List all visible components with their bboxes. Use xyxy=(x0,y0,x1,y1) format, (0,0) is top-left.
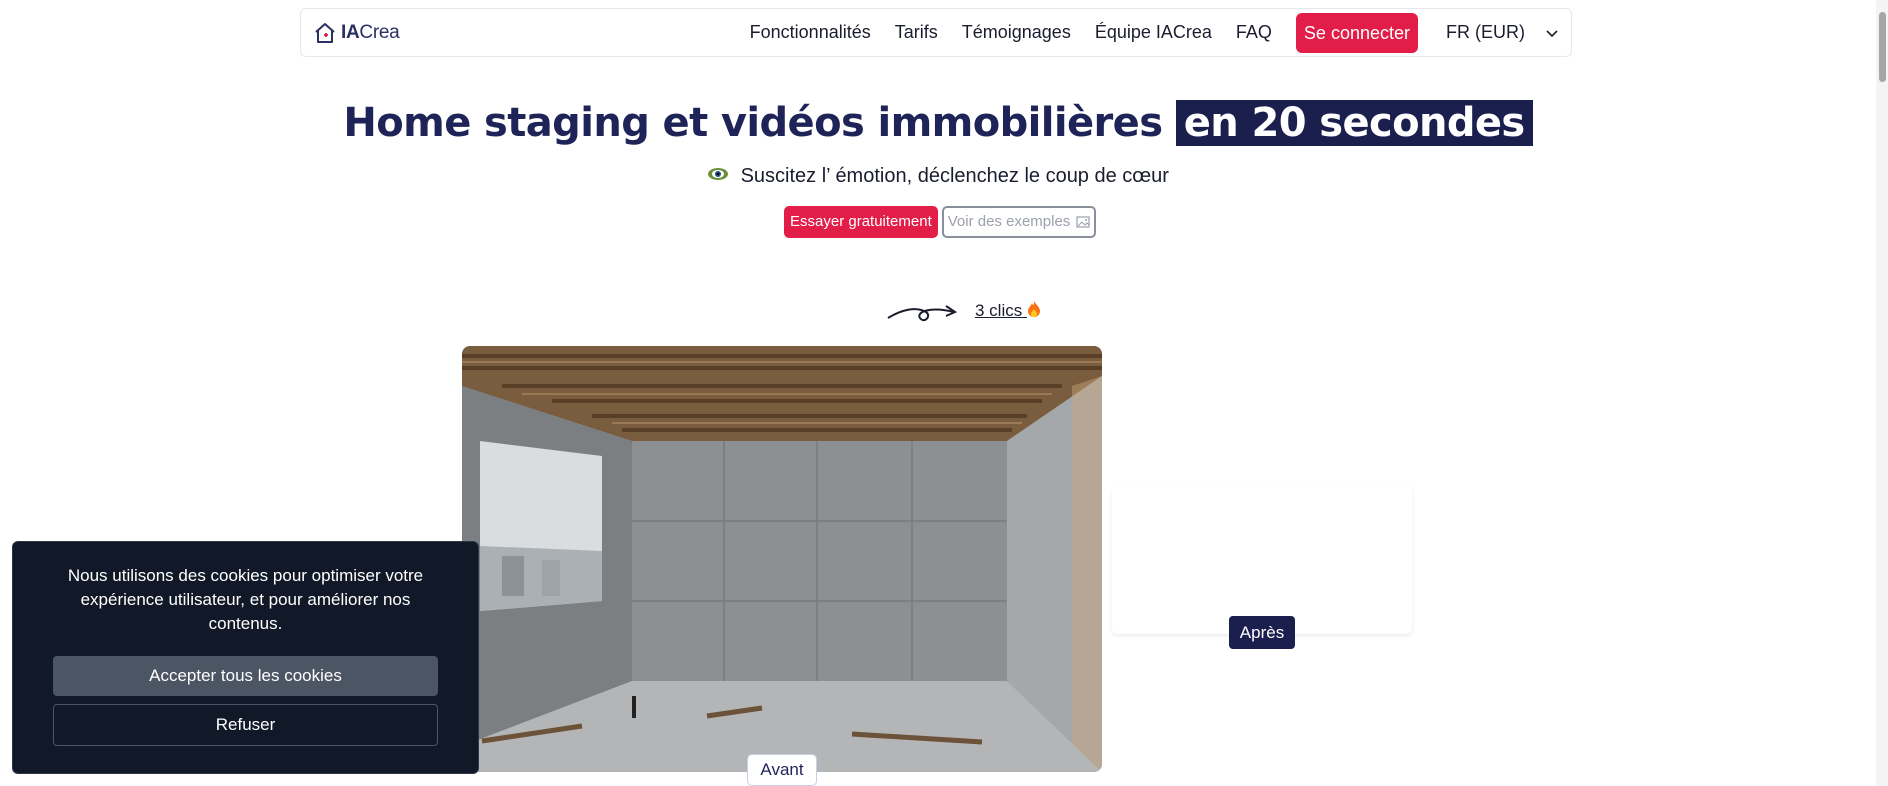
login-button[interactable]: Se connecter xyxy=(1295,12,1418,53)
after-label: Après xyxy=(1229,616,1295,649)
three-clicks-text: 3 clics xyxy=(975,301,1023,320)
nav-links: Fonctionnalités Tarifs Témoignages Équip… xyxy=(750,12,1559,53)
image-icon xyxy=(1076,216,1090,228)
language-label: FR (EUR) xyxy=(1446,22,1525,42)
refuse-cookies-button[interactable]: Refuser xyxy=(53,704,438,746)
hero-title-main: Home staging et vidéos immobilières xyxy=(343,100,1163,146)
scrollbar-thumb[interactable] xyxy=(1879,12,1886,82)
fire-icon xyxy=(1027,301,1040,317)
logo-text: IACrea xyxy=(341,21,400,43)
hero-title: Home staging et vidéos immobilières en 2… xyxy=(0,100,1876,146)
after-image-placeholder xyxy=(1112,486,1412,634)
nav-link-tarifs[interactable]: Tarifs xyxy=(895,22,938,43)
hero-subtitle: Suscitez l’ émotion, déclenchez le coup … xyxy=(0,165,1876,188)
examples-button[interactable]: Voir des exemples xyxy=(941,206,1097,238)
examples-label: Voir des exemples xyxy=(947,213,1071,230)
three-clicks-note: 3 clics xyxy=(975,300,1041,321)
before-image xyxy=(462,346,1102,772)
cookie-banner: Nous utilisons des cookies pour optimise… xyxy=(12,541,479,774)
accept-cookies-button[interactable]: Accepter tous les cookies xyxy=(53,656,438,696)
page-scrollbar[interactable] xyxy=(1876,0,1888,786)
language-selector[interactable]: FR (EUR) xyxy=(1446,22,1559,43)
hero-subtitle-text: Suscitez l’ émotion, déclenchez le coup … xyxy=(740,165,1169,187)
cookie-message: Nous utilisons des cookies pour optimise… xyxy=(67,566,424,633)
nav-link-fonctionnalites[interactable]: Fonctionnalités xyxy=(750,22,871,43)
before-label: Avant xyxy=(747,754,817,786)
eye-emoji-icon xyxy=(707,165,729,188)
nav-link-equipe[interactable]: Équipe IACrea xyxy=(1095,22,1212,43)
nav-link-faq[interactable]: FAQ xyxy=(1236,22,1272,43)
brand-logo[interactable]: IACrea xyxy=(313,21,400,45)
chevron-down-icon xyxy=(1546,29,1558,37)
nav-link-temoignages[interactable]: Témoignages xyxy=(962,22,1071,43)
cta-row: Essayer gratuitement Voir des exemples xyxy=(784,206,1097,238)
house-icon xyxy=(315,22,335,43)
hero-title-highlight: en 20 secondes xyxy=(1175,100,1533,146)
navbar: IACrea Fonctionnalités Tarifs Témoignage… xyxy=(300,8,1572,57)
curved-arrow-icon xyxy=(887,305,958,322)
try-free-button[interactable]: Essayer gratuitement xyxy=(784,206,938,238)
